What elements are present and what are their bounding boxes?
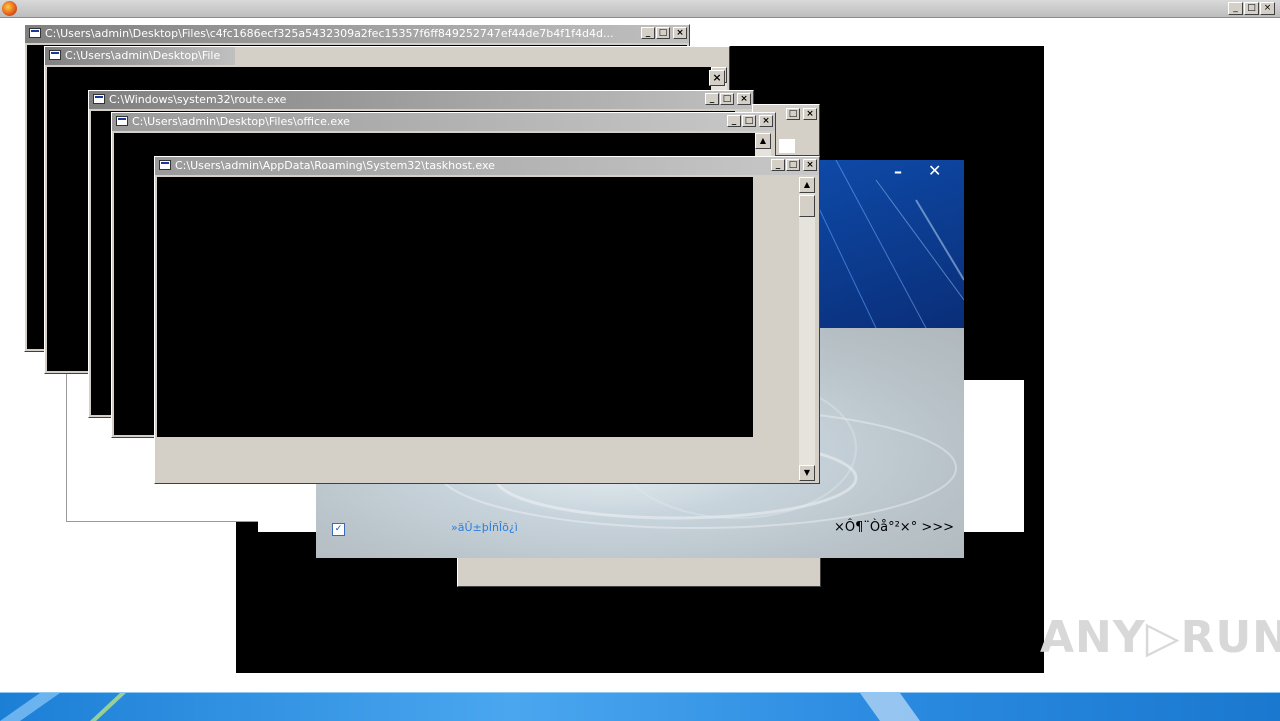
dialog-field [779,139,795,153]
anyrun-watermark: ANY▷RUN [1040,612,1280,663]
window-title-bar[interactable]: C:\Users\admin\Desktop\Files\office.exe … [112,113,775,131]
browser-title-bar: _ □ × [0,0,1280,18]
window-title: C:\Users\admin\AppData\Roaming\System32\… [175,159,495,172]
window-title: C:\Users\admin\Desktop\Files\office.exe [132,115,350,128]
taskhost-exe-window: C:\Users\admin\AppData\Roaming\System32\… [154,156,820,484]
browser-minimize-button[interactable]: _ [1228,2,1243,15]
close-button[interactable]: × [759,115,773,127]
console-window-icon [29,28,41,38]
installer-close-button[interactable]: ✕ [928,161,941,180]
minimize-button[interactable]: _ [641,27,655,39]
firefox-icon[interactable] [2,1,17,16]
scrollbar-thumb[interactable] [799,195,815,217]
close-button[interactable]: × [803,108,817,120]
window-title: C:\Users\admin\Desktop\File [65,49,221,62]
white-panel [960,380,1024,532]
console-window-icon [159,160,171,170]
quick-install-link[interactable]: »äÛ±þÍñÎõ¿ì [451,521,518,534]
maximize-button[interactable]: □ [786,159,800,171]
console-window-icon [49,50,61,60]
arrow-up-icon[interactable]: ▲ [799,177,815,193]
window-title: C:\Users\admin\Desktop\Files\c4fc1686ecf… [45,27,614,40]
vertical-scrollbar[interactable]: ▲ ▼ [799,177,815,481]
window-title-bar[interactable]: C:\Users\admin\Desktop\Files\c4fc1686ecf… [25,25,689,43]
browser-close-button[interactable]: × [1260,2,1275,15]
maximize-button[interactable]: □ [720,93,734,105]
taskbar [0,692,1280,721]
window-title-bar[interactable]: C:\Users\admin\Desktop\File [45,47,235,65]
console-window-icon [116,116,128,126]
window-title: C:\Windows\system32\route.exe [109,93,287,106]
agree-checkbox[interactable]: ✓ [332,523,345,536]
window-title-bar[interactable]: C:\Users\admin\AppData\Roaming\System32\… [155,157,819,175]
browser-maximize-button[interactable]: □ [1244,2,1259,15]
close-button[interactable]: × [673,27,687,39]
custom-install-button[interactable]: ×Ô¶¨Òå°²×° >>> [834,520,954,535]
close-button[interactable]: × [709,70,725,86]
console-output [157,177,753,437]
window-title-bar[interactable]: C:\Windows\system32\route.exe _ □ × [89,91,753,109]
minimize-button[interactable]: _ [771,159,785,171]
arrow-up-icon[interactable]: ▲ [755,133,771,149]
minimize-button[interactable]: _ [727,115,741,127]
installer-minimize-button[interactable]: – [894,162,902,181]
maximize-button[interactable]: □ [786,108,800,120]
maximize-button[interactable]: □ [656,27,670,39]
maximize-button[interactable]: □ [742,115,756,127]
taskbar-swoosh [0,693,920,721]
console-window-icon [93,94,105,104]
close-button[interactable]: × [803,159,817,171]
close-button[interactable]: × [737,93,751,105]
minimize-button[interactable]: _ [705,93,719,105]
background-dialog-panel [457,556,821,587]
arrow-down-icon[interactable]: ▼ [799,465,815,481]
